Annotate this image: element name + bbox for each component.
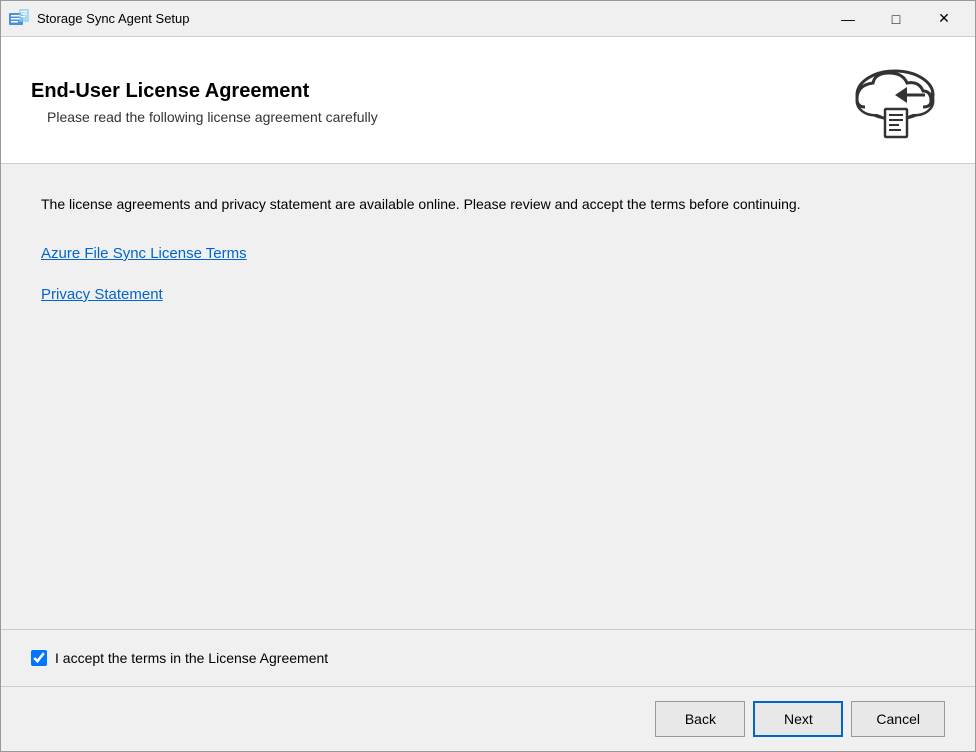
accept-terms-text: I accept the terms in the License Agreem… <box>55 650 328 666</box>
cancel-button[interactable]: Cancel <box>851 701 945 737</box>
main-section: The license agreements and privacy state… <box>1 164 975 629</box>
app-icon <box>9 9 29 29</box>
next-button[interactable]: Next <box>753 701 843 737</box>
description-text: The license agreements and privacy state… <box>41 194 935 215</box>
header-text-block: End-User License Agreement Please read t… <box>31 80 378 125</box>
header-section: End-User License Agreement Please read t… <box>1 37 975 164</box>
footer-section: Back Next Cancel <box>1 686 975 751</box>
setup-window: Storage Sync Agent Setup — □ ✕ End-User … <box>0 0 976 752</box>
dialog-title: End-User License Agreement <box>31 80 378 103</box>
accept-terms-label[interactable]: I accept the terms in the License Agreem… <box>31 650 328 666</box>
checkbox-section: I accept the terms in the License Agreem… <box>1 629 975 686</box>
license-terms-link[interactable]: Azure File Sync License Terms <box>41 245 935 262</box>
maximize-button[interactable]: □ <box>873 4 919 34</box>
spacer <box>41 327 935 599</box>
cloud-document-icon <box>845 57 945 147</box>
dialog-subtitle: Please read the following license agreem… <box>47 109 378 125</box>
privacy-statement-link[interactable]: Privacy Statement <box>41 286 935 303</box>
minimize-button[interactable]: — <box>825 4 871 34</box>
accept-terms-checkbox[interactable] <box>31 650 47 666</box>
content-area: End-User License Agreement Please read t… <box>1 37 975 751</box>
window-controls: — □ ✕ <box>825 4 967 34</box>
title-bar: Storage Sync Agent Setup — □ ✕ <box>1 1 975 37</box>
window-title: Storage Sync Agent Setup <box>37 11 825 26</box>
close-button[interactable]: ✕ <box>921 4 967 34</box>
back-button[interactable]: Back <box>655 701 745 737</box>
